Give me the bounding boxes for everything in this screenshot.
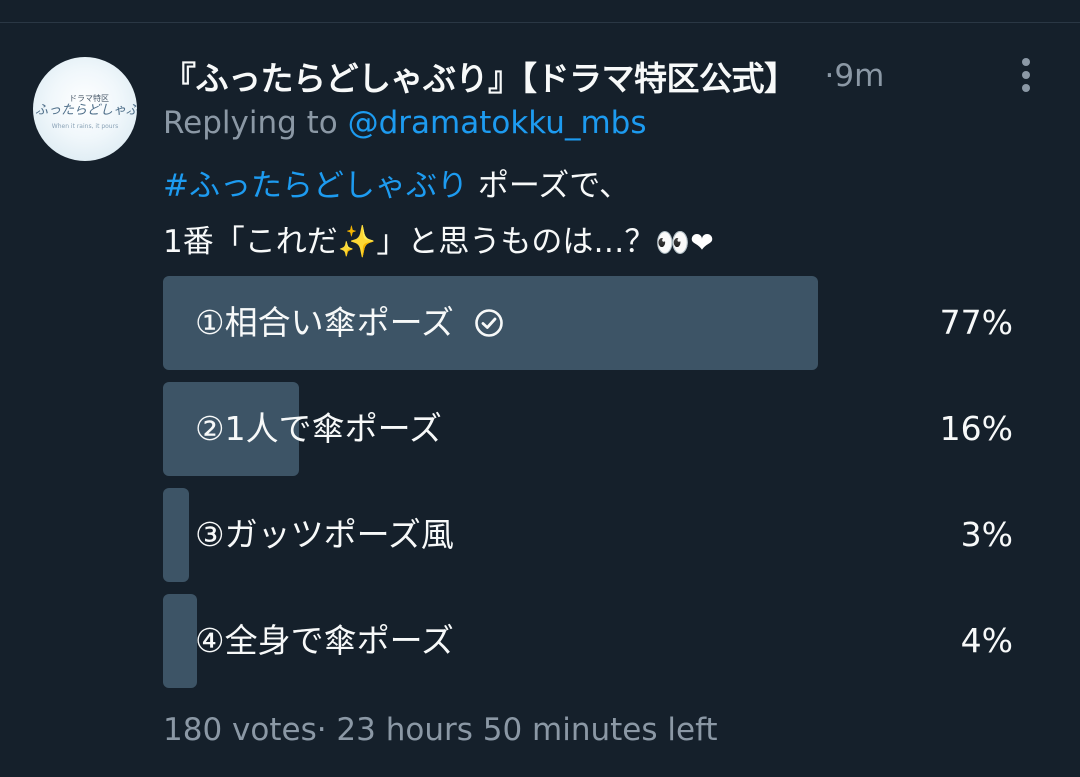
replying-to: Replying to @dramatokku_mbs (163, 105, 646, 141)
heart-icon: ❤ (690, 226, 714, 259)
poll-option-3[interactable]: ③ガッツポーズ風 3% (163, 488, 1013, 582)
poll-option-2[interactable]: ②1人で傘ポーズ 16% (163, 382, 1013, 476)
avatar-subtitle: When it rains, it pours (51, 123, 119, 130)
eyes-icon: 👀 (655, 226, 691, 259)
poll-option-1[interactable]: ①相合い傘ポーズ 77% (163, 276, 1013, 370)
poll-option-percent: 3% (960, 515, 1013, 554)
poll-option-label-wrap: ②1人で傘ポーズ (195, 382, 442, 476)
poll-option-percent: 16% (939, 409, 1013, 448)
display-name[interactable]: 『ふったらどしゃぶり』【ドラマ特区公式】 (163, 52, 797, 100)
time-separator: · (824, 58, 835, 94)
poll-footer-separator: · (316, 712, 327, 748)
poll-option-percent: 77% (939, 303, 1013, 342)
poll-option-label: ①相合い傘ポーズ (195, 303, 454, 342)
poll-option-label-wrap: ③ガッツポーズ風 (195, 488, 454, 582)
avatar[interactable]: ドラマ特区 ふったらどしゃぶり When it rains, it pours (33, 57, 137, 161)
tweet-text-part: 1番「これだ (163, 224, 338, 260)
poll-option-label-wrap: ④全身で傘ポーズ (195, 594, 454, 688)
tweet-text: #ふったらどしゃぶり ポーズで、 1番「これだ✨」と思うものは…？👀❤ (163, 158, 714, 271)
poll-option-percent: 4% (960, 621, 1013, 660)
time-value: 9m (834, 58, 885, 94)
replying-handle-link[interactable]: @dramatokku_mbs (348, 105, 647, 141)
tweet-header: 『ふったらどしゃぶり』【ドラマ特区公式】 ·9m (163, 52, 884, 100)
poll-bar (163, 488, 189, 582)
poll-votes: 180 votes (163, 712, 317, 748)
poll-option-label: ②1人で傘ポーズ (195, 409, 442, 448)
sparkles-icon: ✨ (337, 224, 377, 260)
poll-time-left: 23 hours 50 minutes left (326, 712, 718, 748)
poll-footer: 180 votes· 23 hours 50 minutes left (163, 712, 718, 748)
poll-bar (163, 594, 197, 688)
poll-option-label: ③ガッツポーズ風 (195, 515, 454, 554)
poll-option-label: ④全身で傘ポーズ (195, 621, 454, 660)
tweet-text-part: ポーズで、 (467, 168, 631, 204)
tweet-text-line-2: 1番「これだ✨」と思うものは…？👀❤ (163, 214, 714, 271)
tweet-text-part: 」と思うものは…？ (376, 224, 656, 260)
avatar-logo-text: ふったらどしゃぶり (35, 103, 137, 118)
hashtag-link[interactable]: #ふったらどしゃぶり (163, 168, 468, 204)
check-circle-icon (475, 309, 503, 337)
poll-option-4[interactable]: ④全身で傘ポーズ 4% (163, 594, 1013, 688)
replying-prefix: Replying to (163, 105, 348, 141)
more-vertical-icon[interactable] (1013, 58, 1039, 92)
top-divider (0, 0, 1080, 23)
tweet-text-line-1: #ふったらどしゃぶり ポーズで、 (163, 158, 714, 214)
poll-option-label-wrap: ①相合い傘ポーズ (195, 276, 504, 370)
tweet-time[interactable]: ·9m (825, 58, 885, 94)
